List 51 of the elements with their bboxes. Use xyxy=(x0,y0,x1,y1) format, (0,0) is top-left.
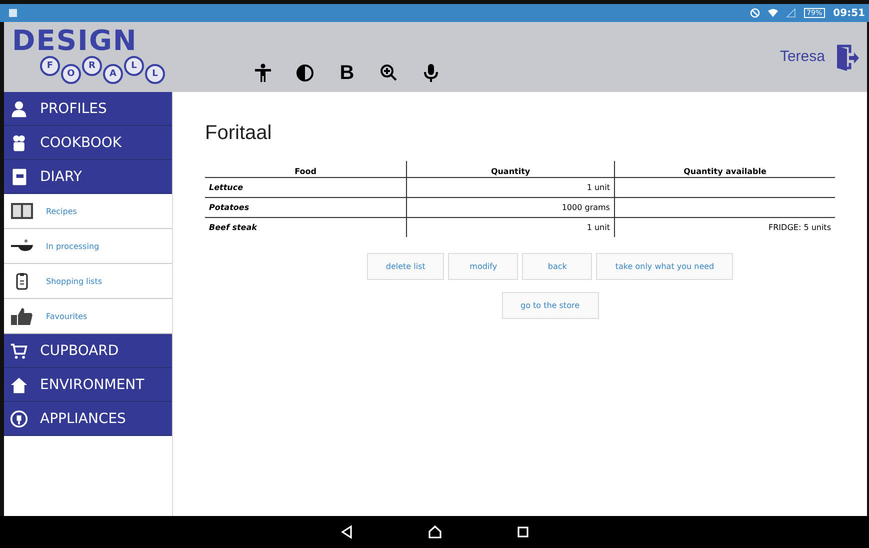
table-cell: Lettuce xyxy=(205,178,407,198)
table-cell: 1 unit xyxy=(406,218,614,237)
table-cell: 1000 grams xyxy=(406,198,614,218)
cart-icon xyxy=(10,342,28,360)
plug-icon xyxy=(10,410,28,428)
logo-title: DESIGN xyxy=(12,26,138,56)
sidebar-item[interactable]: APPLIANCES xyxy=(4,402,172,436)
logo-letter: A xyxy=(103,64,123,84)
sidebar-item[interactable]: COOKBOOK xyxy=(4,126,172,160)
book-icon xyxy=(10,202,34,220)
action-button[interactable]: go to the store xyxy=(502,292,598,319)
column-header: Food xyxy=(205,161,407,178)
picture-icon xyxy=(8,8,18,18)
person-icon xyxy=(10,100,28,118)
home-icon xyxy=(10,376,28,394)
sidebar-item[interactable]: DIARY xyxy=(4,160,172,194)
signal-icon xyxy=(786,8,796,18)
page-title: Foritaal xyxy=(205,122,273,145)
table-cell: Potatoes xyxy=(205,198,407,218)
sidebar-subitem[interactable]: Shopping lists xyxy=(4,264,172,299)
action-button[interactable]: modify xyxy=(448,253,518,280)
sidebar-item[interactable]: CUPBOARD xyxy=(4,334,172,368)
sidebar-item[interactable]: PROFILES xyxy=(4,92,172,126)
action-button[interactable]: delete list xyxy=(366,253,444,280)
notebook-icon xyxy=(10,168,28,186)
logout-icon[interactable] xyxy=(835,44,859,72)
sidebar-subitem[interactable]: In processing xyxy=(4,229,172,264)
do-not-disturb-icon xyxy=(750,8,760,18)
table-cell: Beef steak xyxy=(205,218,407,237)
logo-letter: R xyxy=(82,56,102,76)
home-icon[interactable] xyxy=(426,523,444,541)
action-button[interactable]: take only what you need xyxy=(596,253,734,280)
logo-letter: F xyxy=(40,56,60,76)
table-cell: 1 unit xyxy=(406,178,614,198)
column-header: Quantity available xyxy=(614,161,835,178)
clock-time: 09:51 xyxy=(833,8,865,18)
thumbs-up-icon xyxy=(10,307,34,325)
bold-button[interactable]: B xyxy=(336,62,358,84)
wifi-icon xyxy=(768,8,778,18)
accessibility-icon[interactable] xyxy=(252,62,274,84)
table-cell: FRIDGE: 5 units xyxy=(614,218,835,237)
logo-letter: O xyxy=(61,64,81,84)
sidebar-item[interactable]: ENVIRONMENT xyxy=(4,368,172,402)
sidebar-subitem[interactable]: Recipes xyxy=(4,194,172,229)
column-header: Quantity xyxy=(406,161,614,178)
chef-hat-icon xyxy=(10,134,28,152)
contrast-icon[interactable] xyxy=(294,62,316,84)
logo-letter: L xyxy=(145,64,165,84)
action-button[interactable]: back xyxy=(522,253,592,280)
logo-letter: L xyxy=(124,56,144,76)
user-name[interactable]: Teresa xyxy=(780,48,825,65)
